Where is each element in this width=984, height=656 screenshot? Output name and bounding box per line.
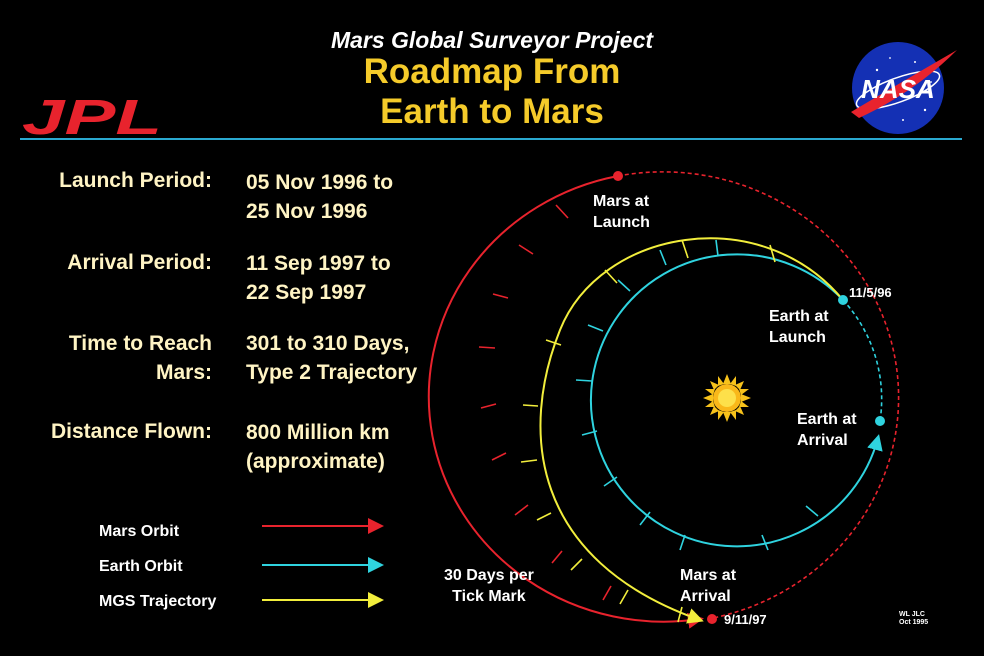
credit: WL JLC Oct 1995 bbox=[899, 611, 928, 627]
mars-at-launch-label: Mars at Launch bbox=[593, 193, 650, 231]
earth-at-arrival-label: Earth at Arrival bbox=[797, 411, 857, 449]
earth-orbit-dashed bbox=[842, 299, 883, 422]
earth-at-launch-dot bbox=[838, 295, 848, 305]
sun-icon bbox=[703, 374, 751, 422]
mars-orbit-dashed bbox=[617, 171, 900, 620]
mars-orbit-solid bbox=[427, 175, 704, 629]
trajectory-ticks bbox=[520, 239, 776, 623]
earth-orbit-ticks bbox=[575, 239, 819, 551]
mars-arrival-date: 9/11/97 bbox=[724, 612, 767, 627]
mars-at-arrival-dot bbox=[707, 614, 717, 624]
earth-at-arrival-dot bbox=[875, 416, 885, 426]
earth-launch-date: 11/5/96 bbox=[849, 285, 892, 300]
mars-at-arrival-label: Mars at Arrival bbox=[680, 567, 737, 605]
earth-at-launch-label: Earth at Launch bbox=[769, 308, 829, 346]
credit-line-2: Oct 1995 bbox=[899, 619, 929, 626]
mars-at-launch-dot bbox=[613, 171, 623, 181]
orbit-diagram bbox=[262, 171, 900, 629]
tick-mark-note: 30 Days per Tick Mark bbox=[444, 567, 534, 605]
credit-line-1: WL JLC bbox=[899, 611, 925, 618]
